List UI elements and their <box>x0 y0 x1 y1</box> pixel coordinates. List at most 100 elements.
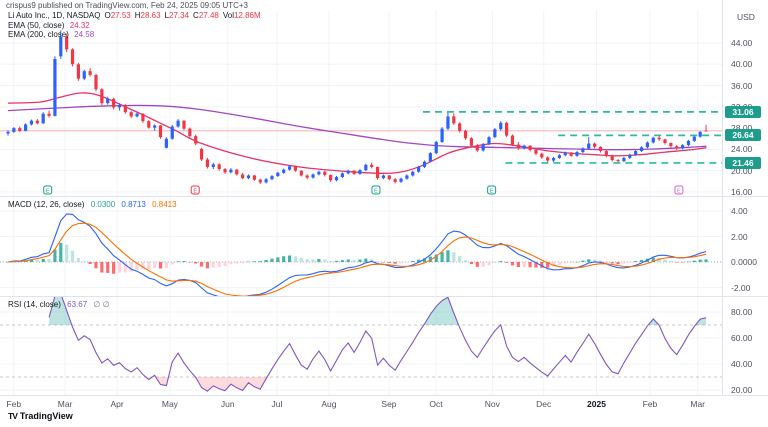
tradingview-logo[interactable]: TV TradingView <box>8 411 73 421</box>
candle <box>253 175 256 179</box>
candle <box>118 105 121 107</box>
macd-legend-row[interactable]: MACD (12, 26, close) 0.0300 0.8713 0.841… <box>8 200 177 210</box>
candle <box>100 89 103 103</box>
macd-histogram-bar <box>42 259 45 262</box>
macd-histogram-bar <box>616 262 619 264</box>
rsi-line[interactable] <box>49 294 706 392</box>
chart-window: crispus9 published on TradingView.com, F… <box>0 0 768 427</box>
candle <box>599 147 602 151</box>
candle <box>405 175 408 178</box>
earnings-marker[interactable]: E <box>44 186 52 194</box>
candle <box>370 165 373 167</box>
macd-histogram-bar <box>59 243 62 262</box>
candle <box>399 179 402 182</box>
time-tick-label: May <box>162 399 178 409</box>
candle <box>523 146 526 149</box>
candle <box>171 127 174 139</box>
candle <box>317 172 320 175</box>
price-level-badge: 31.06 <box>725 106 761 118</box>
candle <box>517 145 520 149</box>
macd-histogram-bar <box>300 258 303 262</box>
macd-histogram-bar <box>311 259 314 262</box>
macd-histogram-bar <box>523 262 526 267</box>
price-tick-label: 24.00 <box>731 144 752 154</box>
candle <box>194 136 197 143</box>
candle <box>265 179 268 182</box>
candle <box>499 123 502 129</box>
time-tick-label: Jul <box>271 399 282 409</box>
earnings-marker[interactable]: E <box>191 186 199 194</box>
time-tick-label: Aug <box>321 399 336 409</box>
macd-histogram-bar <box>364 259 367 262</box>
macd-histogram-bar <box>47 259 50 262</box>
candle <box>335 177 338 180</box>
svg-text:E: E <box>490 188 494 194</box>
candle <box>47 114 50 116</box>
macd-histogram-bar <box>628 262 631 263</box>
candle <box>276 173 279 176</box>
macd-histogram-bar <box>394 262 397 264</box>
chart-area[interactable]: EEEEE <box>0 0 768 427</box>
macd-histogram-bar <box>118 262 121 273</box>
candle <box>83 71 86 78</box>
macd-histogram-bar <box>112 262 115 274</box>
candle <box>270 176 273 179</box>
macd-histogram-bar <box>71 251 74 262</box>
candle <box>53 59 56 116</box>
price-axis[interactable]: USD 44.0040.0036.0032.0028.0024.0020.001… <box>723 0 768 396</box>
macd-histogram-bar <box>605 262 608 263</box>
earnings-marker[interactable]: E <box>675 186 683 194</box>
ema50-value: 24.32 <box>70 21 90 30</box>
macd-signal-line[interactable] <box>8 223 706 296</box>
candle <box>388 175 391 179</box>
macd-tick-label: 0.0000 <box>731 257 757 267</box>
symbol-legend-row[interactable]: Li Auto Inc., 1D, NASDAQO27.53H28.63L27.… <box>8 11 261 21</box>
macd-histogram-bar <box>493 262 496 263</box>
candle <box>435 142 438 153</box>
candle <box>347 171 350 174</box>
time-axis[interactable]: FebMarAprMayJunJulAugSepOctNovDec2025Feb… <box>0 397 723 411</box>
macd-histogram-bar <box>241 262 244 263</box>
candle <box>593 144 596 147</box>
ohlc-values: O27.53H28.63L27.34C27.48Vol12.86M <box>100 11 260 20</box>
macd-histogram-bar <box>147 262 150 269</box>
rsi-tick-label: 40.00 <box>731 359 752 369</box>
ema50-legend-row[interactable]: EMA (50, close) 24.32 <box>8 21 261 31</box>
candle <box>112 99 115 108</box>
candle <box>699 132 702 137</box>
candle <box>294 166 297 170</box>
tradingview-logo-text: TradingView <box>20 411 73 421</box>
candle <box>534 150 537 154</box>
candle <box>476 146 479 151</box>
candle <box>634 151 637 155</box>
macd-histogram-bar <box>265 260 268 262</box>
macd-histogram-bar <box>446 250 449 262</box>
rsi-legend-row[interactable]: RSI (14, close) 63.67 ∅ ∅ <box>8 300 110 310</box>
macd-line[interactable] <box>8 214 706 298</box>
candle <box>470 138 473 145</box>
time-tick-label: Feb <box>643 399 658 409</box>
macd-histogram-bar <box>528 262 531 267</box>
candle <box>218 164 221 169</box>
rsi-tick-label: 60.00 <box>731 333 752 343</box>
price-level-badge: 21.46 <box>725 157 761 169</box>
ema200-legend-row[interactable]: EMA (200, close) 24.58 <box>8 30 261 40</box>
macd-histogram-bar <box>564 262 567 263</box>
macd-histogram-bar <box>347 259 350 262</box>
macd-tick-label: -2.00 <box>731 283 750 293</box>
earnings-marker[interactable]: E <box>372 186 380 194</box>
macd-histogram-bar <box>622 262 625 264</box>
svg-text:E: E <box>374 188 378 194</box>
tradingview-mark-icon: TV <box>8 411 17 421</box>
candle <box>540 154 543 158</box>
macd-histogram-bar <box>235 262 238 263</box>
candle <box>622 158 625 161</box>
macd-histogram-bar <box>53 250 56 262</box>
ema200-line[interactable] <box>8 105 706 149</box>
earnings-marker[interactable]: E <box>488 186 496 194</box>
macd-histogram-bar <box>294 256 297 262</box>
currency-label: USD <box>737 12 755 22</box>
candle <box>452 116 455 123</box>
candle <box>311 174 314 177</box>
macd-histogram-bar <box>270 259 273 262</box>
